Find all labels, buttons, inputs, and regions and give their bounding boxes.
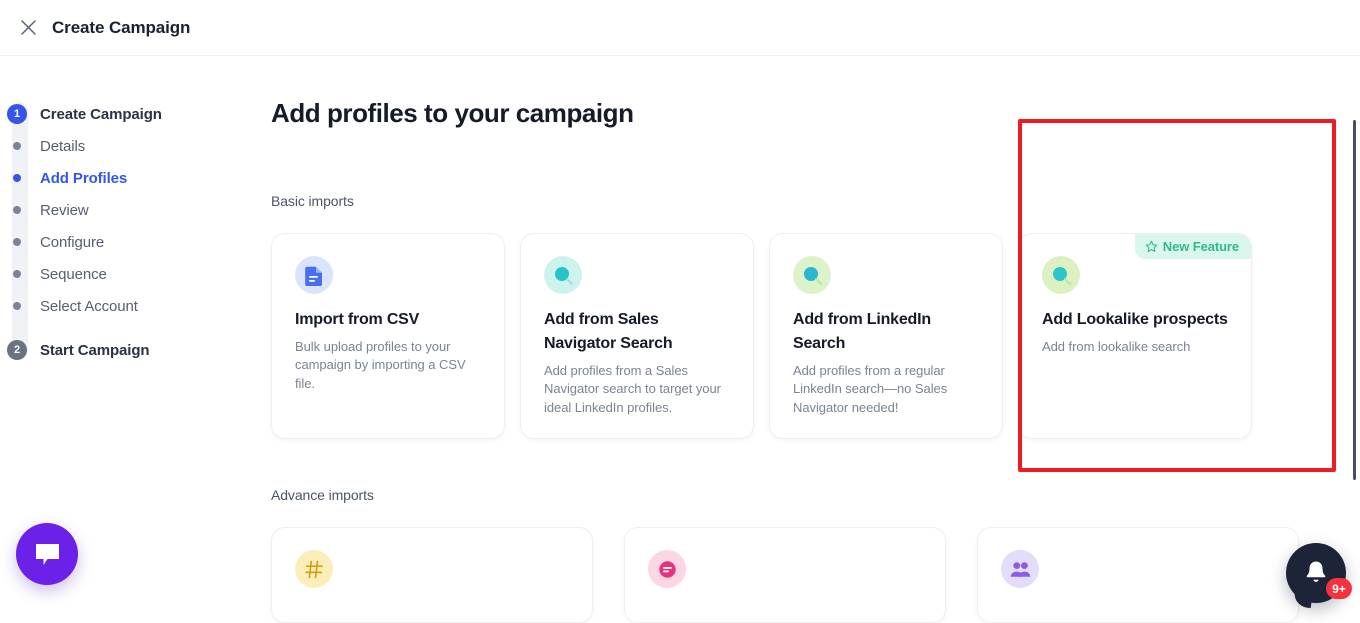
content-heading: Add profiles to your campaign (271, 98, 634, 128)
step-marker (0, 174, 40, 182)
card-advance-hashtag[interactable] (271, 527, 593, 623)
step-dot-icon (13, 206, 21, 214)
close-icon (20, 20, 36, 35)
new-feature-badge: New Feature (1134, 234, 1251, 259)
post-icon (648, 550, 686, 588)
step-list: 1 Create Campaign Details Add Profiles R… (0, 98, 250, 366)
chat-bubble-icon (35, 543, 59, 565)
step-number-icon: 2 (7, 340, 27, 360)
card-description: Add from lookalike search (1042, 339, 1191, 354)
advance-imports-label: Advance imports (271, 487, 374, 503)
search-icon (1042, 256, 1080, 294)
step-marker (0, 302, 40, 310)
card-title: Add Lookalike prospects (1042, 311, 1228, 328)
sidebar-item-review[interactable]: Review (0, 194, 250, 226)
step-dot-icon (13, 238, 21, 246)
sidebar-item-label: Add Profiles (40, 169, 128, 187)
search-icon (544, 256, 582, 294)
sidebar-item-label: Review (40, 201, 89, 219)
sidebar-item-sequence[interactable]: Sequence (0, 258, 250, 290)
star-icon (1145, 240, 1158, 253)
card-title: Add from LinkedIn Search (793, 311, 931, 352)
sidebar-item-label: Configure (40, 233, 105, 251)
card-description: Bulk upload profiles to your campaign by… (295, 339, 466, 391)
notification-widget-button[interactable]: 9+ (1286, 543, 1352, 609)
step-marker (0, 238, 40, 246)
modal-header: Create Campaign (0, 0, 1360, 56)
step-dot-icon (13, 142, 21, 150)
sidebar-item-start-campaign[interactable]: 2 Start Campaign (0, 334, 250, 366)
step-marker: 1 (0, 104, 40, 124)
card-advance-post[interactable] (624, 527, 946, 623)
step-dot-icon (13, 174, 21, 182)
close-button[interactable] (10, 10, 46, 46)
main-content: Add profiles to your campaign Basic impo… (250, 56, 1360, 623)
new-feature-badge-label: New Feature (1162, 239, 1239, 254)
csv-file-icon (295, 256, 333, 294)
card-advance-people[interactable] (977, 527, 1299, 623)
card-description: Add profiles from a regular LinkedIn sea… (793, 363, 948, 415)
card-title: Add from Sales Navigator Search (544, 311, 673, 352)
sidebar-item-label: Select Account (40, 297, 138, 315)
hashtag-icon (295, 550, 333, 588)
step-marker (0, 206, 40, 214)
step-marker (0, 270, 40, 278)
search-icon (793, 256, 831, 294)
card-add-from-sales-navigator-search[interactable]: Add from Sales Navigator Search Add prof… (520, 233, 754, 439)
sidebar-item-select-account[interactable]: Select Account (0, 290, 250, 322)
create-campaign-modal: Create Campaign 1 Create Campaign Detail… (0, 0, 1360, 623)
sidebar-item-label: Details (40, 137, 86, 155)
basic-imports-row: Import from CSV Bulk upload profiles to … (271, 233, 1252, 439)
sidebar-item-label: Start Campaign (40, 341, 150, 359)
step-dot-icon (13, 302, 21, 310)
card-add-from-linkedin-search[interactable]: Add from LinkedIn Search Add profiles fr… (769, 233, 1003, 439)
notification-count-badge: 9+ (1326, 578, 1352, 599)
card-add-lookalike-prospects[interactable]: New Feature Add Lookalike prospects Add … (1018, 233, 1252, 439)
chat-widget-button[interactable] (16, 523, 78, 585)
sidebar-item-label: Sequence (40, 265, 107, 283)
sidebar-item-details[interactable]: Details (0, 130, 250, 162)
advance-imports-row (271, 527, 1299, 623)
card-title: Import from CSV (295, 311, 420, 328)
step-dot-icon (13, 270, 21, 278)
card-description: Add profiles from a Sales Navigator sear… (544, 363, 721, 415)
sidebar-item-configure[interactable]: Configure (0, 226, 250, 258)
sidebar-item-create-campaign[interactable]: 1 Create Campaign (0, 98, 250, 130)
sidebar-item-label: Create Campaign (40, 105, 162, 123)
page-title: Create Campaign (52, 17, 191, 37)
people-icon (1001, 550, 1039, 588)
step-number-icon: 1 (7, 104, 27, 124)
basic-imports-label: Basic imports (271, 193, 354, 209)
step-marker (0, 142, 40, 150)
bell-icon (1306, 561, 1326, 582)
step-marker: 2 (0, 340, 40, 360)
card-import-from-csv[interactable]: Import from CSV Bulk upload profiles to … (271, 233, 505, 439)
page-scrollbar-thumb[interactable] (1353, 120, 1356, 480)
sidebar-item-add-profiles[interactable]: Add Profiles (0, 162, 250, 194)
